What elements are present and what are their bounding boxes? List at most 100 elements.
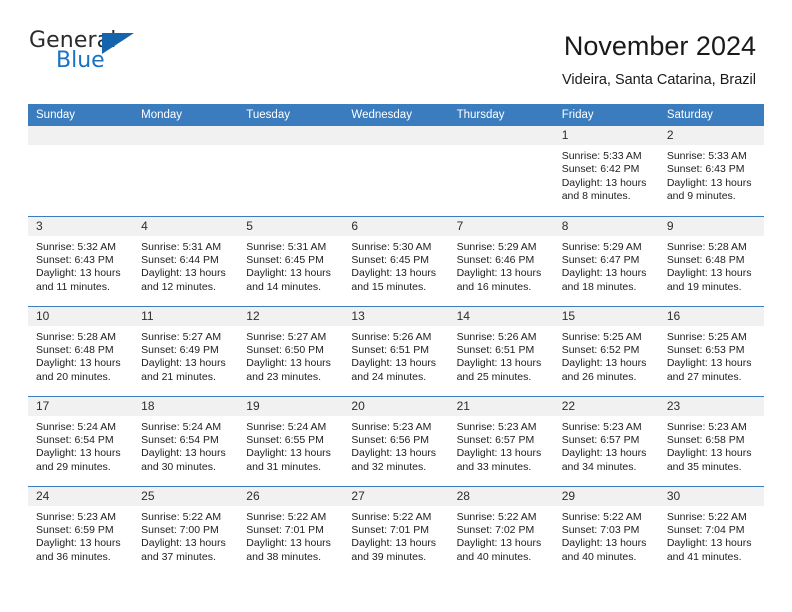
daylight-text: Daylight: 13 hours and 14 minutes. [246,267,331,293]
calendar-cell-day-11[interactable]: 11 Sunrise: 5:27 AM Sunset: 6:49 PM Dayligh… [133,305,239,396]
daylight-text: Daylight: 13 hours and 26 minutes. [561,357,647,383]
daylight-text: Daylight: 13 hours and 20 minutes. [36,357,121,383]
calendar-cell-day-19[interactable]: 19 Sunrise: 5:24 AM Sunset: 6:55 PM Dayligh… [238,395,344,486]
calendar-cell-day-4[interactable]: 4 Sunrise: 5:31 AM Sunset: 6:44 PM Daylight… [133,215,239,306]
sunrise-text: Sunrise: 5:25 AM [666,330,747,343]
calendar-cell-day-17[interactable]: 17 Sunrise: 5:24 AM Sunset: 6:54 PM Dayligh… [28,395,134,486]
calendar-cell-day-6[interactable]: 6 Sunrise: 5:30 AM Sunset: 6:45 PM Daylight… [343,215,449,306]
sunrise-text: Sunrise: 5:29 AM [456,240,537,253]
day-details: Sunrise: 5:24 AM Sunset: 6:54 PM Daylight:… [133,416,238,475]
calendar-cell-day-12[interactable]: 12 Sunrise: 5:27 AM Sunset: 6:50 PM Dayligh… [238,305,344,396]
day-number [238,126,344,145]
sunset-text: Sunset: 7:03 PM [561,523,640,536]
calendar-cell-day-13[interactable]: 13 Sunrise: 5:26 AM Sunset: 6:51 PM Dayligh… [343,305,449,396]
calendar-cell-day-26[interactable]: 26 Sunrise: 5:22 AM Sunset: 7:01 PM Dayligh… [238,485,344,576]
day-number: 7 [448,216,554,236]
day-details: Sunrise: 5:23 AM Sunset: 6:58 PM Daylight:… [659,416,764,475]
sunrise-text: Sunrise: 5:32 AM [36,240,116,253]
calendar-week-row: 17 Sunrise: 5:24 AM Sunset: 6:54 PM Dayligh… [28,395,764,486]
day-number: 19 [238,396,344,416]
day-number: 27 [343,486,449,506]
calendar-cell-day-2[interactable]: 2 Sunrise: 5:33 AM Sunset: 6:43 PM Daylight… [658,126,764,216]
daylight-text: Daylight: 13 hours and 38 minutes. [246,537,331,563]
calendar-week-row: 1 Sunrise: 5:33 AM Sunset: 6:42 PM Daylight… [28,126,764,216]
sunrise-text: Sunrise: 5:22 AM [246,510,327,523]
sunrise-text: Sunrise: 5:31 AM [246,240,327,253]
day-details: Sunrise: 5:32 AM Sunset: 6:43 PM Daylight:… [28,236,133,295]
calendar-cell-day-24[interactable]: 24 Sunrise: 5:23 AM Sunset: 6:59 PM Dayligh… [28,485,134,576]
sunset-text: Sunset: 6:58 PM [666,433,745,446]
day-details: Sunrise: 5:29 AM Sunset: 6:46 PM Daylight:… [449,236,554,295]
daylight-text: Daylight: 13 hours and 25 minutes. [456,357,542,383]
calendar-cell-day-7[interactable]: 7 Sunrise: 5:29 AM Sunset: 6:46 PM Daylight… [448,215,554,306]
day-details: Sunrise: 5:28 AM Sunset: 6:48 PM Daylight:… [28,326,133,385]
sunrise-text: Sunrise: 5:24 AM [246,420,327,433]
day-number: 3 [28,216,134,236]
calendar-cell-empty [133,126,239,216]
day-details: Sunrise: 5:23 AM Sunset: 6:56 PM Daylight:… [343,416,448,475]
calendar-cell-day-27[interactable]: 27 Sunrise: 5:22 AM Sunset: 7:01 PM Dayligh… [343,485,449,576]
calendar-cell-day-28[interactable]: 28 Sunrise: 5:22 AM Sunset: 7:02 PM Dayligh… [448,485,554,576]
daylight-text: Daylight: 13 hours and 32 minutes. [351,447,437,473]
day-details: Sunrise: 5:27 AM Sunset: 6:50 PM Daylight:… [238,326,343,385]
calendar-cell-day-22[interactable]: 22 Sunrise: 5:23 AM Sunset: 6:57 PM Dayligh… [553,395,659,486]
daylight-text: Daylight: 13 hours and 19 minutes. [666,267,752,293]
calendar-cell-day-3[interactable]: 3 Sunrise: 5:32 AM Sunset: 6:43 PM Daylight… [28,215,134,306]
sunrise-text: Sunrise: 5:25 AM [561,330,642,343]
day-details: Sunrise: 5:25 AM Sunset: 6:52 PM Daylight:… [554,326,659,385]
day-details: Sunrise: 5:22 AM Sunset: 7:04 PM Daylight:… [659,506,764,565]
calendar-cell-day-25[interactable]: 25 Sunrise: 5:22 AM Sunset: 7:00 PM Dayligh… [133,485,239,576]
day-details: Sunrise: 5:23 AM Sunset: 6:57 PM Daylight:… [554,416,659,475]
sunrise-text: Sunrise: 5:22 AM [456,510,537,523]
calendar-cell-day-29[interactable]: 29 Sunrise: 5:22 AM Sunset: 7:03 PM Dayligh… [553,485,659,576]
calendar-cell-day-20[interactable]: 20 Sunrise: 5:23 AM Sunset: 6:56 PM Dayligh… [343,395,449,486]
sunset-text: Sunset: 7:01 PM [351,523,430,536]
calendar-body: 1 Sunrise: 5:33 AM Sunset: 6:42 PM Daylight… [28,126,764,576]
day-number: 12 [238,306,344,326]
calendar-cell-day-16[interactable]: 16 Sunrise: 5:25 AM Sunset: 6:53 PM Dayligh… [658,305,764,396]
day-number: 28 [448,486,554,506]
daylight-text: Daylight: 13 hours and 12 minutes. [141,267,226,293]
sunset-text: Sunset: 6:47 PM [561,253,640,266]
sunset-text: Sunset: 6:48 PM [666,253,745,266]
day-details: Sunrise: 5:22 AM Sunset: 7:01 PM Daylight:… [238,506,343,565]
calendar-cell-day-23[interactable]: 23 Sunrise: 5:23 AM Sunset: 6:58 PM Dayligh… [658,395,764,486]
calendar-cell-day-15[interactable]: 15 Sunrise: 5:25 AM Sunset: 6:52 PM Dayligh… [553,305,659,396]
day-number: 26 [238,486,344,506]
general-blue-logo[interactable]: General Blue [29,30,149,76]
sunrise-text: Sunrise: 5:23 AM [666,420,747,433]
calendar-cell-day-5[interactable]: 5 Sunrise: 5:31 AM Sunset: 6:45 PM Daylight… [238,215,344,306]
calendar-cell-day-8[interactable]: 8 Sunrise: 5:29 AM Sunset: 6:47 PM Daylight… [553,215,659,306]
sunset-text: Sunset: 6:43 PM [36,253,114,266]
sunset-text: Sunset: 7:01 PM [246,523,324,536]
day-number: 25 [133,486,239,506]
weekday-header-tuesday: Tuesday [238,104,344,126]
daylight-text: Daylight: 13 hours and 33 minutes. [456,447,542,473]
day-number: 9 [658,216,764,236]
calendar-cell-day-30[interactable]: 30 Sunrise: 5:22 AM Sunset: 7:04 PM Dayligh… [658,485,764,576]
calendar-week-row: 3 Sunrise: 5:32 AM Sunset: 6:43 PM Daylight… [28,215,764,306]
calendar-cell-day-1[interactable]: 1 Sunrise: 5:33 AM Sunset: 6:42 PM Daylight… [553,126,659,216]
daylight-text: Daylight: 13 hours and 41 minutes. [666,537,752,563]
calendar-header-row: Sunday Monday Tuesday Wednesday Thursday Frid… [28,104,764,126]
sunset-text: Sunset: 6:53 PM [666,343,745,356]
sunset-text: Sunset: 6:42 PM [561,163,640,176]
day-number [133,126,239,145]
calendar-cell-day-21[interactable]: 21 Sunrise: 5:23 AM Sunset: 6:57 PM Dayligh… [448,395,554,486]
day-number: 5 [238,216,344,236]
calendar-cell-day-9[interactable]: 9 Sunrise: 5:28 AM Sunset: 6:48 PM Daylight… [658,215,764,306]
day-number: 24 [28,486,134,506]
day-number: 23 [658,396,764,416]
day-details: Sunrise: 5:22 AM Sunset: 7:01 PM Daylight:… [343,506,448,565]
calendar-cell-day-14[interactable]: 14 Sunrise: 5:26 AM Sunset: 6:51 PM Dayligh… [448,305,554,396]
sunrise-text: Sunrise: 5:22 AM [666,510,747,523]
day-details: Sunrise: 5:22 AM Sunset: 7:00 PM Daylight:… [133,506,238,565]
daylight-text: Daylight: 13 hours and 23 minutes. [246,357,331,383]
calendar-week-row: 10 Sunrise: 5:28 AM Sunset: 6:48 PM Dayligh… [28,305,764,396]
calendar-cell-day-18[interactable]: 18 Sunrise: 5:24 AM Sunset: 6:54 PM Dayligh… [133,395,239,486]
sunrise-text: Sunrise: 5:24 AM [141,420,222,433]
day-details: Sunrise: 5:33 AM Sunset: 6:43 PM Daylight:… [659,145,764,204]
sunset-text: Sunset: 6:55 PM [246,433,324,446]
calendar-cell-day-10[interactable]: 10 Sunrise: 5:28 AM Sunset: 6:48 PM Dayligh… [28,305,134,396]
daylight-text: Daylight: 13 hours and 36 minutes. [36,537,121,563]
